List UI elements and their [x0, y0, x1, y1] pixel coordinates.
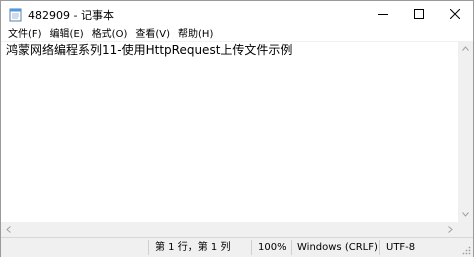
scroll-left-arrow-icon[interactable] [1, 222, 16, 237]
text-editor[interactable]: 鸿蒙网络编程系列11-使用HttpRequest上传文件示例 [1, 41, 458, 222]
horizontal-scrollbar[interactable] [1, 222, 458, 237]
menu-format[interactable]: 格式(O) [90, 28, 130, 41]
zoom-level: 100% [258, 242, 287, 253]
status-bar: 第 1 行，第 1 列 100% Windows (CRLF) UTF-8 [1, 237, 473, 257]
notepad-window: 482909 - 记事本 文件(F) 编辑(E) 格式(O) 查看(V) 帮助(… [0, 0, 474, 257]
maximize-icon [414, 9, 424, 19]
maximize-button[interactable] [401, 1, 437, 27]
title-bar[interactable]: 482909 - 记事本 [1, 1, 473, 27]
notepad-icon [9, 7, 22, 22]
menu-help[interactable]: 帮助(H) [176, 28, 215, 41]
editor-content[interactable]: 鸿蒙网络编程系列11-使用HttpRequest上传文件示例 [6, 42, 292, 58]
status-divider [379, 240, 380, 255]
menu-edit[interactable]: 编辑(E) [48, 28, 86, 41]
menu-view[interactable]: 查看(V) [133, 28, 172, 41]
encoding: UTF-8 [386, 242, 416, 253]
close-icon [450, 9, 460, 19]
scroll-down-arrow-icon[interactable] [458, 207, 473, 222]
menu-file[interactable]: 文件(F) [6, 28, 44, 41]
status-divider [251, 240, 252, 255]
line-ending: Windows (CRLF) [297, 242, 378, 253]
minimize-icon [378, 14, 388, 15]
scroll-right-arrow-icon[interactable] [443, 222, 458, 237]
close-button[interactable] [437, 1, 473, 27]
cursor-position: 第 1 行，第 1 列 [155, 242, 231, 253]
vertical-scrollbar[interactable] [458, 41, 473, 222]
menu-bar: 文件(F) 编辑(E) 格式(O) 查看(V) 帮助(H) [1, 27, 473, 41]
scrollbar-corner [458, 222, 473, 237]
scroll-up-arrow-icon[interactable] [458, 41, 473, 56]
minimize-button[interactable] [365, 1, 401, 27]
status-divider [148, 240, 149, 255]
window-title: 482909 - 记事本 [28, 9, 114, 22]
resize-grip-icon[interactable] [461, 245, 471, 255]
status-divider [291, 240, 292, 255]
